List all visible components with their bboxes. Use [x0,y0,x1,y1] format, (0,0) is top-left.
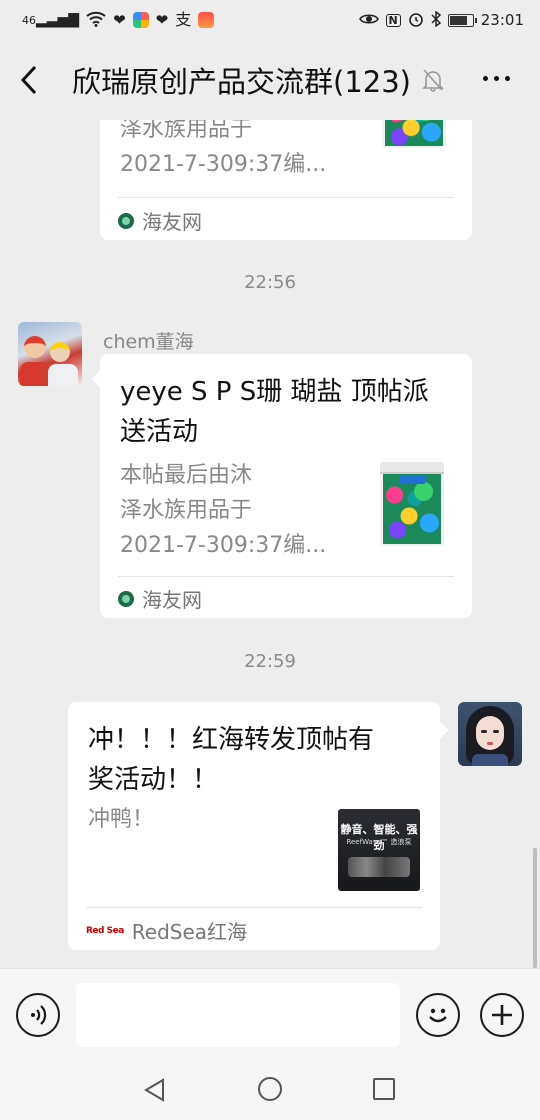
card-source-name: 海友网 [142,588,202,612]
network-type: 46 [22,14,36,27]
card-title-line: 奖活动！！ [88,765,219,795]
chat-title: 欣瑞原创产品交流群(123) [72,65,411,99]
haiyou-logo-icon [118,212,134,229]
emoji-icon[interactable] [416,993,460,1037]
avatar[interactable] [18,322,82,386]
card-divider [118,576,454,577]
chevron-left-icon[interactable] [0,40,58,120]
bell-off-icon [419,66,447,94]
card-title-line: 送活动 [120,417,199,447]
status-left: 46▂▃▅▇ ❤ ❤ 支 [22,10,215,30]
square-recent-icon[interactable] [373,1078,395,1100]
pump-image [348,857,410,877]
bucket-image [382,120,446,148]
more-dots-icon[interactable] [483,76,510,81]
card-divider [118,197,454,198]
link-card[interactable]: 冲！！！红海转发顶帖有 奖活动！！ 冲鸭！ 静音、智能、强劲 ReefWave™… [68,702,440,950]
card-desc-line: 本帖最后由沐 [120,463,253,488]
card-source-name: RedSea红海 [131,920,248,944]
avatar-person [24,336,46,358]
redsea-logo-icon: Red Sea [86,925,124,936]
battery-icon [447,13,477,27]
heart-app-icon-2: ❤ [155,10,169,29]
card-title-line: 冲！！！红海转发顶帖有 [88,725,375,755]
avatar-collar [472,754,508,766]
haiyou-logo-icon [118,590,134,607]
avatar-eye [481,730,487,733]
avatar-body [48,364,78,386]
card-desc: 冲鸭！ [88,807,155,832]
avatar-mouth [487,742,493,745]
chat-header: 欣瑞原创产品交流群(123) [0,40,540,120]
avatar-body [20,362,50,386]
bucket-image [380,462,444,546]
timestamp: 22:59 [244,651,296,672]
avatar[interactable] [458,702,522,766]
card-desc-line: 泽水族用品于 [120,120,253,142]
alarm-icon [408,11,424,30]
status-bar: 46▂▃▅▇ ❤ ❤ 支 N 23:01 [0,0,540,40]
clock: 23:01 [480,11,524,29]
status-right: N 23:01 [358,10,524,30]
card-desc-line: 2021-7-309:37编... [120,152,327,177]
alipay-icon: 支 [175,10,192,29]
input-bar [0,968,540,1060]
signal-icon: 46▂▃▅▇ [22,12,80,28]
voice-icon[interactable] [16,993,60,1037]
thumb-subtitle: ReefWave™ 造浪泵 [346,838,412,846]
chat-area[interactable]: 泽水族用品于 2021-7-309:37编... 海友网 22:56 chem董… [0,120,540,970]
wifi-icon [86,11,106,30]
link-card[interactable]: yeye S P S珊 瑚盐 顶帖派 送活动 本帖最后由沐 泽水族用品于 202… [100,354,472,618]
sender-name: chem董海 [103,331,194,353]
app-icon-red [198,12,215,28]
system-nav-bar [0,1060,540,1120]
card-thumbnail [382,120,446,148]
card-source: 海友网 [118,206,202,235]
nfc-icon: N [385,13,401,27]
bluetooth-icon [431,10,441,30]
card-title-line: yeye S P S珊 瑚盐 顶帖派 [120,377,429,407]
timestamp: 22:56 [244,272,296,293]
scrollbar[interactable] [533,848,537,968]
card-desc-line: 泽水族用品于 [120,498,253,523]
eye-icon [358,12,379,29]
heart-app-icon: ❤ [113,10,126,29]
card-divider [86,907,422,908]
plus-icon[interactable] [480,993,524,1037]
triangle-back-icon[interactable] [143,1078,165,1106]
avatar-person [50,342,70,362]
card-source: 海友网 [118,584,202,613]
avatar-eye [493,730,499,733]
message-input[interactable] [76,983,400,1047]
card-source: Red Sea RedSea红海 [86,916,247,945]
link-card[interactable]: 泽水族用品于 2021-7-309:37编... 海友网 [100,120,472,240]
app-icon-color [132,12,149,28]
card-thumbnail [380,462,444,546]
circle-home-icon[interactable] [258,1077,282,1101]
card-thumbnail: 静音、智能、强劲 ReefWave™ 造浪泵 [338,809,420,891]
card-desc-line: 2021-7-309:37编... [120,533,327,558]
card-source-name: 海友网 [142,210,202,234]
